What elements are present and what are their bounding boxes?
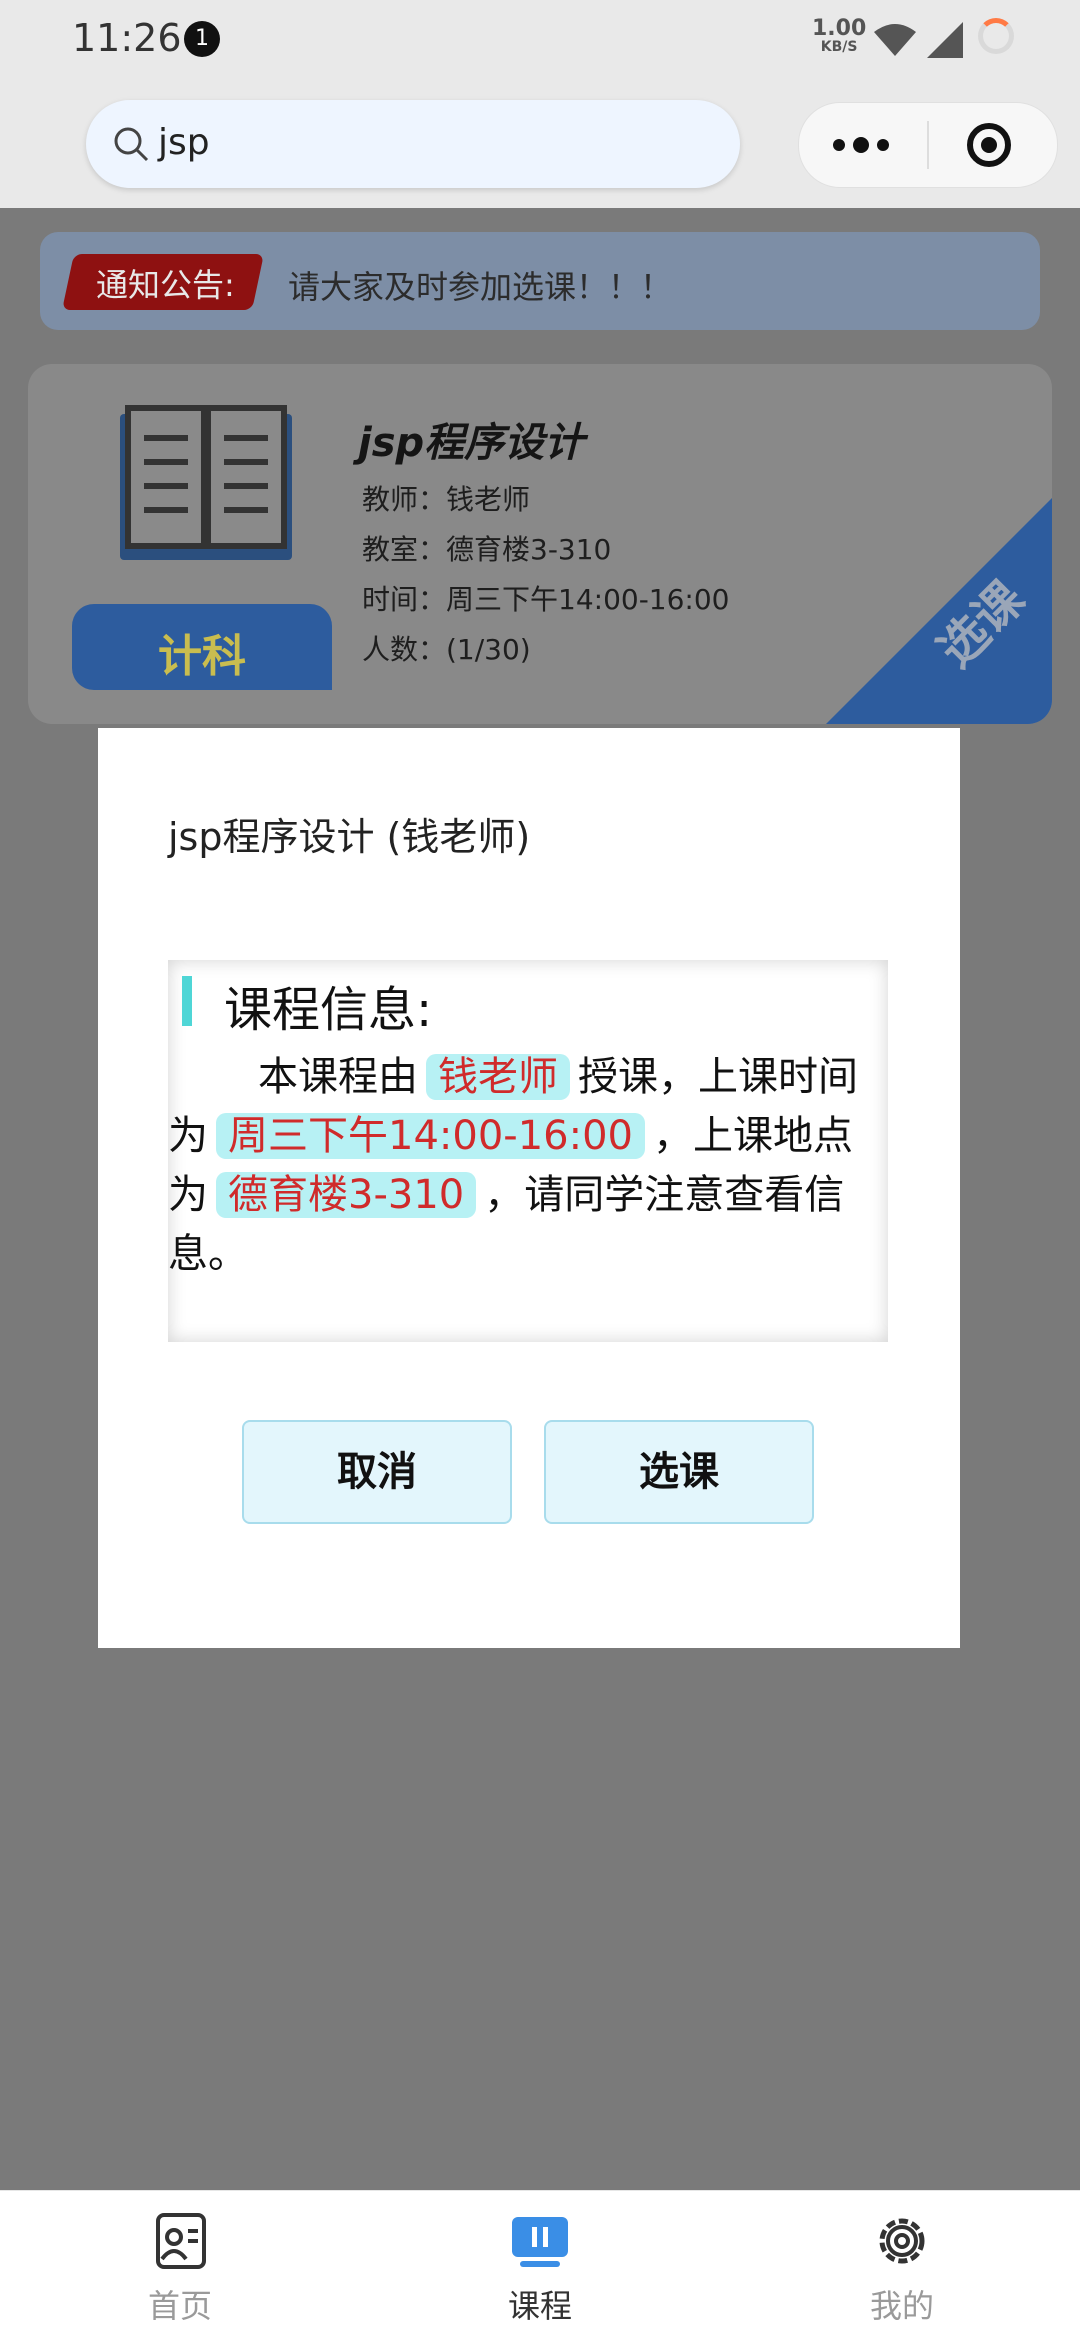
tab-home-label: 首页 bbox=[147, 2287, 212, 2325]
search-icon bbox=[114, 127, 149, 162]
notice-tag: 通知公告: bbox=[96, 266, 235, 304]
close-miniprogram-icon[interactable] bbox=[967, 123, 1011, 167]
course-dialog: jsp程序设计 (钱老师) 课程信息: 本课程由 钱老师 授课，上课时间为 周三下午1… bbox=[98, 728, 960, 1648]
notice-banner: 通知公告: 请大家及时参加选课！！！ bbox=[40, 232, 1040, 330]
major-badge: 计科 bbox=[72, 604, 332, 690]
bottom-tab-bar: 首页 课程 我的 bbox=[0, 2190, 1080, 2341]
tab-course[interactable]: 课程 bbox=[440, 2191, 640, 2341]
highlight-teacher: 钱老师 bbox=[426, 1054, 570, 1100]
highlight-time: 周三下午14:00-16:00 bbox=[216, 1113, 645, 1159]
battery-icon bbox=[978, 18, 1014, 54]
search-input[interactable]: jsp bbox=[86, 100, 740, 188]
tab-course-label: 课程 bbox=[507, 2287, 572, 2325]
wifi-icon bbox=[874, 24, 916, 56]
course-enrollment: 人数：(1/30) bbox=[362, 633, 531, 666]
info-paragraph: 本课程由 钱老师 授课，上课时间为 周三下午14:00-16:00 ，上课地点为 德育楼3… bbox=[168, 1048, 888, 1284]
major-badge-text: 计科 bbox=[158, 631, 246, 682]
course-time: 时间：周三下午14:00-16:00 bbox=[362, 583, 730, 616]
highlight-location: 德育楼3-310 bbox=[216, 1172, 477, 1218]
notice-text: 请大家及时参加选课！！！ bbox=[288, 268, 673, 306]
dialog-title: jsp程序设计 (钱老师) bbox=[168, 815, 531, 859]
course-card[interactable]: 计科 jsp程序设计 教师：钱老师 教室：德育楼3-310 时间：周三下午14:… bbox=[28, 364, 1052, 724]
info-accent-bar bbox=[182, 976, 192, 1026]
tab-home[interactable]: 首页 bbox=[80, 2191, 280, 2341]
select-course-button[interactable]: 选课 bbox=[544, 1420, 814, 1524]
network-speed: 1.00 KB/S bbox=[812, 18, 866, 56]
gear-icon bbox=[879, 2218, 925, 2264]
status-time: 11:26 bbox=[72, 16, 182, 60]
book-icon bbox=[120, 405, 292, 560]
tab-mine[interactable]: 我的 bbox=[802, 2191, 1002, 2341]
capsule-divider bbox=[927, 121, 929, 169]
course-classroom: 教室：德育楼3-310 bbox=[362, 533, 612, 566]
info-prefix: 本课程由 bbox=[258, 1054, 418, 1100]
course-teacher: 教师：钱老师 bbox=[362, 483, 531, 516]
more-icon[interactable] bbox=[829, 125, 893, 165]
home-profile-icon bbox=[156, 2213, 206, 2269]
course-board-icon bbox=[512, 2217, 568, 2267]
cancel-button[interactable]: 取消 bbox=[242, 1420, 512, 1524]
miniprogram-capsule bbox=[798, 102, 1058, 188]
notification-badge: 1 bbox=[184, 21, 220, 57]
course-info-box: 课程信息: 本课程由 钱老师 授课，上课时间为 周三下午14:00-16:00 ，上课地… bbox=[168, 960, 888, 1342]
status-bar: 11:26 1 1.00 KB/S bbox=[0, 0, 1080, 80]
tab-mine-label: 我的 bbox=[869, 2287, 934, 2325]
course-title: jsp程序设计 bbox=[358, 420, 585, 466]
search-header: jsp bbox=[0, 80, 1080, 208]
search-query-text: jsp bbox=[158, 122, 210, 163]
info-heading: 课程信息: bbox=[224, 982, 433, 1038]
signal-icon bbox=[927, 22, 963, 58]
